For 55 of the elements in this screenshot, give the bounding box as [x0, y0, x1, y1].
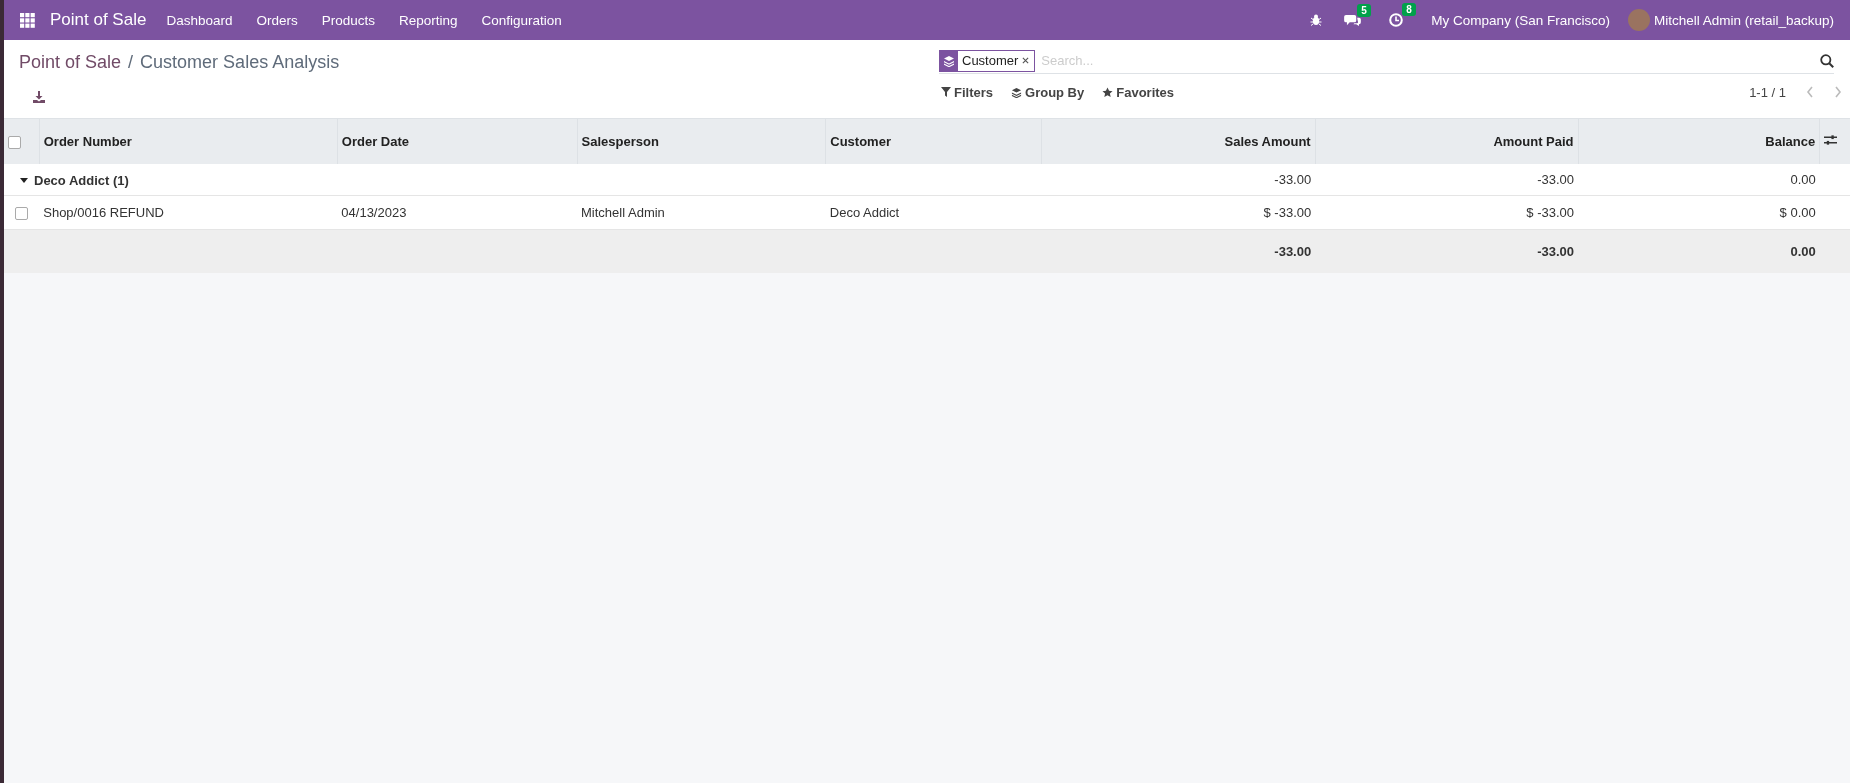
activity-count-badge: 8 [1402, 3, 1416, 16]
group-total: 0.00 [1790, 172, 1816, 187]
download-icon[interactable] [33, 91, 45, 103]
group-header[interactable]: Deco Addict (1) [20, 173, 129, 188]
favorites-dropdown[interactable]: Favorites [1100, 84, 1177, 100]
bug-icon[interactable] [1310, 14, 1323, 26]
group-total: -33.00 [1274, 172, 1312, 187]
layers-icon [1011, 86, 1022, 98]
user-menu[interactable]: Mitchell Admin (retail_backup) [1653, 12, 1834, 28]
caret-icon [20, 178, 28, 183]
close-icon[interactable] [1022, 57, 1030, 64]
layers-icon [943, 54, 955, 67]
search-icon[interactable] [1820, 53, 1834, 68]
table-cell: Shop/0016 REFUND [43, 205, 164, 220]
table-cell: $ 0.00 [1779, 205, 1816, 220]
pager-value[interactable]: 1-1 / 1 [1749, 84, 1786, 100]
menu-item[interactable]: Configuration [481, 12, 562, 28]
chat-icon[interactable] [1344, 13, 1362, 27]
column-total: -33.00 [1274, 244, 1312, 259]
apps-menu-icon[interactable] [20, 12, 35, 28]
column-header[interactable]: Amount Paid [1315, 119, 1579, 164]
table-cell: $ -33.00 [1526, 205, 1575, 220]
table-cell: 04/13/2023 [341, 205, 407, 220]
column-header[interactable]: Sales Amount [1041, 119, 1316, 164]
clock-icon[interactable] [1389, 13, 1404, 27]
column-total: -33.00 [1537, 244, 1575, 259]
menu-item[interactable]: Orders [256, 12, 298, 28]
menu-item[interactable]: Products [321, 12, 375, 28]
avatar-placeholder [1627, 9, 1650, 31]
breadcrumb-separator: / [128, 51, 134, 73]
column-header[interactable]: Balance [1578, 119, 1820, 164]
page-title: Customer Sales Analysis [140, 51, 340, 73]
search-facet[interactable]: Customer [939, 49, 1036, 72]
group-by-dropdown[interactable]: Group By [1009, 84, 1087, 100]
menu-item[interactable]: Dashboard [166, 12, 233, 28]
table-cell: Mitchell Admin [581, 205, 665, 220]
column-header[interactable]: Customer [825, 119, 1042, 164]
column-header[interactable]: Order Number [39, 119, 338, 164]
breadcrumb-link[interactable]: Point of Sale [19, 51, 122, 73]
group-total: -33.00 [1537, 172, 1575, 187]
app-name[interactable]: Point of Sale [50, 10, 147, 30]
filters-dropdown[interactable]: Filters [939, 84, 995, 100]
menu-item[interactable]: Reporting [399, 12, 458, 28]
column-total: 0.00 [1790, 244, 1816, 259]
message-count-badge: 5 [1357, 3, 1371, 17]
filter-icon [941, 87, 951, 97]
settings-sliders-icon[interactable] [1824, 134, 1838, 146]
table-cell: $ -33.00 [1263, 205, 1312, 220]
company-switcher[interactable]: My Company (San Francisco) [1431, 12, 1610, 28]
select-all-checkbox[interactable] [8, 136, 21, 150]
column-header[interactable]: Salesperson [577, 119, 826, 164]
table-cell: Deco Addict [829, 205, 900, 220]
column-header[interactable]: Order Date [337, 119, 577, 164]
star-icon [1102, 86, 1114, 98]
row-checkbox[interactable] [15, 207, 29, 221]
